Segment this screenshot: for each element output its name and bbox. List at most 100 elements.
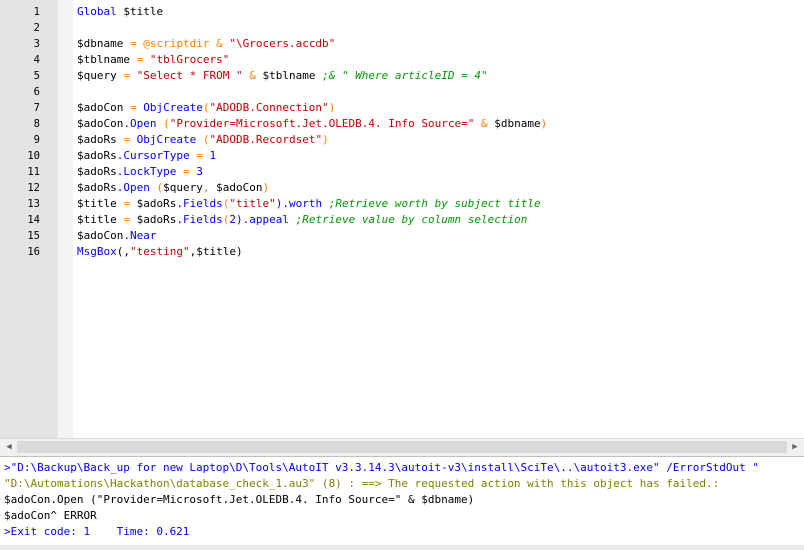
code-token: $adoCon bbox=[77, 229, 124, 242]
line-number: 3 bbox=[33, 38, 40, 50]
code-line[interactable]: $adoCon.Near bbox=[73, 228, 156, 244]
output-line: $adoCon^ ERROR bbox=[4, 509, 97, 522]
code-token: = bbox=[116, 213, 137, 226]
output-line: >"D:\Backup\Back_up for new Laptop\D\Too… bbox=[4, 461, 759, 474]
code-token: $query bbox=[163, 181, 203, 194]
code-token: ;Retrieve worth by subject title bbox=[322, 197, 541, 210]
code-token: $title bbox=[77, 213, 117, 226]
code-token: "Provider=Microsoft.Jet.OLEDB.4. Info So… bbox=[169, 117, 475, 130]
code-token: ) bbox=[322, 133, 329, 146]
code-line[interactable]: $adoRs.LockType = 3 bbox=[73, 164, 203, 180]
code-line[interactable]: $adoRs.CursorType = 1 bbox=[73, 148, 216, 164]
code-token: 1 bbox=[209, 149, 217, 162]
code-token: (, bbox=[116, 245, 130, 258]
code-token: $title bbox=[123, 5, 164, 18]
code-line[interactable]: $tblname = "tblGrocers" bbox=[73, 52, 229, 68]
code-token: = bbox=[189, 149, 210, 162]
code-line[interactable]: MsgBox(,"testing",$title) bbox=[73, 244, 243, 260]
code-token: "testing" bbox=[130, 245, 190, 258]
code-token: MsgBox bbox=[77, 245, 117, 258]
line-number: 14 bbox=[27, 214, 40, 226]
code-token: $adoRs bbox=[136, 197, 177, 210]
code-line[interactable] bbox=[73, 84, 77, 100]
output-line: $adoCon.Open ("Provider=Microsoft.Jet.OL… bbox=[4, 493, 475, 506]
code-token: $adoCon bbox=[77, 117, 124, 130]
code-token: "ADODB.Recordset" bbox=[209, 133, 323, 146]
code-token: $query bbox=[77, 69, 117, 82]
code-line[interactable]: $query = "Select * FROM " & $tblname ;& … bbox=[73, 68, 488, 84]
code-token: .Fields bbox=[176, 197, 223, 210]
code-line[interactable] bbox=[73, 20, 77, 36]
code-token: = bbox=[123, 37, 144, 50]
code-token: "Select * FROM " bbox=[136, 69, 243, 82]
line-number: 8 bbox=[33, 118, 40, 130]
code-line[interactable]: $title = $adoRs.Fields(2).appeal ;Retrie… bbox=[73, 212, 527, 228]
line-number: 15 bbox=[27, 230, 40, 242]
code-token: .Fields bbox=[176, 213, 223, 226]
code-token: .LockType bbox=[116, 165, 177, 178]
code-token: ( bbox=[196, 133, 210, 146]
code-token: $tblname bbox=[262, 69, 316, 82]
output-line: >Exit code: 1 Time: 0.621 bbox=[4, 525, 190, 538]
code-token: ;& " Where articleID = 4" bbox=[315, 69, 488, 82]
code-token: = bbox=[116, 69, 137, 82]
code-token: ) bbox=[262, 181, 270, 194]
line-number: 16 bbox=[27, 246, 40, 258]
horizontal-scrollbar[interactable]: ◀ ▶ bbox=[0, 438, 804, 456]
code-token: .Open bbox=[116, 181, 150, 194]
code-token: @scriptdir bbox=[143, 37, 210, 50]
code-token: "ADODB.Connection" bbox=[209, 101, 329, 114]
code-token: "title" bbox=[229, 197, 276, 210]
code-token: ObjCreate bbox=[143, 101, 203, 114]
line-number: 7 bbox=[33, 102, 40, 114]
line-number: 6 bbox=[33, 86, 40, 98]
code-token: $adoRs bbox=[77, 149, 117, 162]
code-token: = bbox=[116, 197, 137, 210]
code-token: ObjCreate bbox=[136, 133, 197, 146]
code-area[interactable]: Global $title $dbname = @scriptdir & "\Gr… bbox=[73, 0, 804, 438]
code-token: = bbox=[116, 133, 137, 146]
code-token: = bbox=[129, 53, 150, 66]
code-token: .Near bbox=[123, 229, 157, 242]
fold-margin[interactable] bbox=[58, 0, 73, 438]
code-token: $dbname bbox=[494, 117, 541, 130]
code-token: = bbox=[176, 165, 197, 178]
code-token: = bbox=[123, 101, 144, 114]
code-token: & bbox=[242, 69, 263, 82]
code-token: .CursorType bbox=[116, 149, 190, 162]
line-number: 5 bbox=[33, 70, 40, 82]
code-token: & bbox=[209, 37, 230, 50]
code-token: $adoCon bbox=[216, 181, 263, 194]
code-token: Global bbox=[77, 5, 124, 18]
scroll-right-icon[interactable]: ▶ bbox=[788, 441, 802, 453]
code-token: ).appeal bbox=[235, 213, 289, 226]
code-token: $tblname bbox=[77, 53, 130, 66]
code-token: 2 bbox=[229, 213, 236, 226]
code-token: , bbox=[202, 181, 217, 194]
code-line[interactable]: $adoRs.Open ($query, $adoCon) bbox=[73, 180, 269, 196]
line-number: 2 bbox=[33, 22, 40, 34]
code-token: $adoRs bbox=[136, 213, 177, 226]
code-line[interactable]: $dbname = @scriptdir & "\Grocers.accdb" bbox=[73, 36, 335, 52]
line-number: 4 bbox=[33, 54, 40, 66]
line-number: 13 bbox=[27, 198, 40, 210]
code-line[interactable]: Global $title bbox=[73, 4, 163, 20]
output-pane[interactable]: >"D:\Backup\Back_up for new Laptop\D\Too… bbox=[0, 456, 804, 551]
code-token: ( bbox=[156, 117, 170, 130]
output-line: "D:\Automations\Hackathon\database_check… bbox=[4, 477, 720, 490]
code-token: $dbname bbox=[77, 37, 124, 50]
code-token: "\Grocers.accdb" bbox=[229, 37, 336, 50]
code-token: $adoCon bbox=[77, 101, 124, 114]
code-line[interactable]: $title = $adoRs.Fields("title").worth ;R… bbox=[73, 196, 541, 212]
code-editor[interactable]: 1 2 3 4 5 6 7 8 9 10 11 12 13 14 15 16 Global $title $db… bbox=[0, 0, 804, 438]
line-number: 1 bbox=[33, 6, 40, 18]
code-line[interactable]: $adoCon.Open ("Provider=Microsoft.Jet.OL… bbox=[73, 116, 547, 132]
code-line[interactable]: $adoRs = ObjCreate ("ADODB.Recordset") bbox=[73, 132, 329, 148]
code-token: $title bbox=[77, 197, 117, 210]
scroll-left-icon[interactable]: ◀ bbox=[2, 441, 16, 453]
scrollbar-thumb[interactable] bbox=[17, 441, 787, 453]
line-number: 11 bbox=[27, 166, 40, 178]
code-token: .Open bbox=[123, 117, 157, 130]
line-number: 12 bbox=[27, 182, 40, 194]
code-line[interactable]: $adoCon = ObjCreate("ADODB.Connection") bbox=[73, 100, 335, 116]
